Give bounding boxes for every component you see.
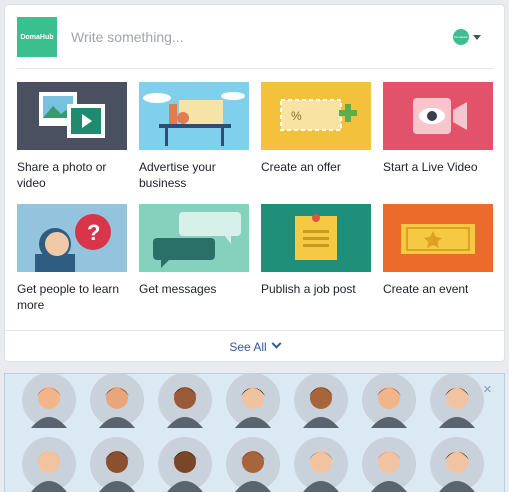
offer-ticket-icon: %	[261, 82, 371, 150]
write-something-input[interactable]	[71, 26, 391, 48]
person-dark-hair-icon	[157, 436, 213, 492]
see-all-label: See All	[229, 339, 267, 354]
action-label: Get people to learn more	[17, 282, 120, 312]
composer: DomaHub DomaHub	[17, 17, 494, 69]
svg-text:%: %	[291, 109, 302, 123]
person-gray-hair-icon	[293, 436, 349, 492]
person-brown-hair-icon	[89, 372, 145, 428]
action-learn-more[interactable]: ? Get people to learn more	[17, 204, 127, 313]
event-ticket-icon	[383, 204, 493, 272]
live-video-icon	[383, 82, 493, 150]
person-pink-hair-icon	[361, 436, 417, 492]
job-post-icon	[261, 204, 371, 272]
action-share-photo[interactable]: Share a photo or video	[17, 82, 127, 191]
person-dark-brown-hair-icon	[429, 436, 485, 492]
action-get-messages[interactable]: Get messages	[139, 204, 249, 297]
svg-text:?: ?	[87, 220, 100, 245]
see-all-button[interactable]: See All	[5, 330, 504, 362]
storefront-icon	[139, 82, 249, 150]
action-create-event[interactable]: Create an event	[383, 204, 493, 297]
action-label: Advertise your business	[139, 160, 216, 190]
person-bob-hair-icon	[361, 372, 417, 428]
action-label: Start a Live Video	[383, 160, 478, 174]
action-label: Create an event	[383, 282, 469, 296]
person-bun-hair-icon	[429, 372, 485, 428]
person-bald-icon	[225, 436, 281, 492]
person-black-hair-icon	[225, 372, 281, 428]
action-publish-job-post[interactable]: Publish a job post	[261, 204, 371, 297]
action-create-offer[interactable]: % Create an offer	[261, 82, 371, 175]
action-label: Create an offer	[261, 160, 341, 174]
person-dark-skin-icon	[157, 372, 213, 428]
action-grid: Share a photo or video Advertise your bu…	[17, 82, 494, 318]
page-logo[interactable]: DomaHub	[17, 17, 57, 57]
messages-icon	[139, 204, 249, 272]
action-start-live-video[interactable]: Start a Live Video	[383, 82, 493, 175]
audience-selector[interactable]: DomaHub	[453, 29, 489, 45]
chevron-down-icon	[473, 34, 481, 40]
action-advertise-business[interactable]: Advertise your business	[139, 82, 249, 191]
person-curly-hair-icon	[293, 372, 349, 428]
audience-avatar: DomaHub	[453, 29, 469, 45]
question-icon: ?	[17, 204, 127, 272]
person-blonde-hair-icon	[21, 436, 77, 492]
action-label: Publish a job post	[261, 282, 356, 296]
people-panel: ×	[4, 373, 505, 492]
chevron-down-icon	[271, 338, 282, 349]
action-label: Share a photo or video	[17, 160, 107, 190]
action-label: Get messages	[139, 282, 217, 296]
person-short-hair-icon	[89, 436, 145, 492]
create-post-card: DomaHub DomaHub Share a photo or video A…	[4, 4, 505, 362]
photo-icon	[17, 82, 127, 150]
person-red-hair-icon	[21, 372, 77, 428]
